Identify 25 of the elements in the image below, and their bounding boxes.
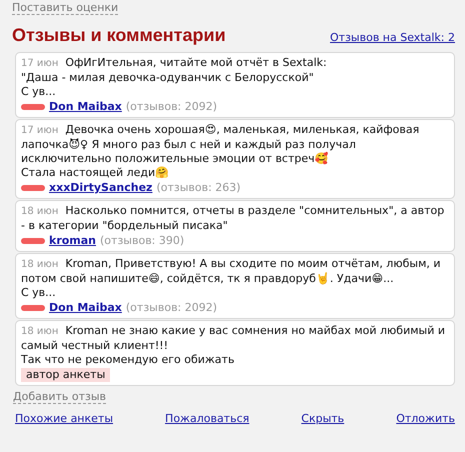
rating-bar-icon: [21, 305, 45, 311]
review-text: 18 июн Насколько помнится, отчеты в разделе "сомнительных", а автор - в категории "бордельный писака": [21, 204, 446, 233]
footer-link[interactable]: Отложить: [396, 412, 455, 425]
author-link[interactable]: Don Maibax: [49, 100, 122, 114]
review-count: (отзывов: 2092): [126, 301, 218, 315]
author-link[interactable]: xxxDirtySanchez: [49, 181, 152, 195]
add-review-link[interactable]: Добавить отзыв: [13, 390, 106, 404]
footer-link[interactable]: Похожие анкеты: [15, 412, 114, 425]
review-count: (отзывов: 2092): [126, 100, 218, 114]
rating-bar-icon: [21, 185, 45, 191]
rate-link[interactable]: Поставить оценки: [12, 1, 118, 15]
rating-bar-icon: [21, 238, 45, 244]
reviews-count-link[interactable]: Отзывов на Sextalk: 2: [330, 31, 455, 44]
footer-link[interactable]: Пожаловаться: [165, 412, 250, 425]
review-count: (отзывов: 390): [100, 234, 184, 248]
section-heading: Отзывы и комментарии: [12, 25, 226, 46]
review-text: 17 июн ОфИгИтельная, читайте мой отчёт в Sextalk: "Даша - милая девочка-одуванчик с Белорусской" С ув...: [21, 56, 328, 99]
owner-badge: автор анкеты: [21, 368, 110, 382]
author-link[interactable]: kroman: [49, 234, 96, 248]
review-count: (отзывов: 263): [156, 181, 241, 195]
review-text: 18 июн Kroman, Приветствую! А вы сходите по моим отчётам, любым, и потом свой напишите😄, сойдётся, тк я правдоруб🤘. Удачи😁... С ув...: [21, 257, 442, 300]
rating-bar-icon: [21, 104, 45, 110]
review-text: 17 июн Девочка очень хорошая😍, маленькая, миленькая, кайфовая лапочка😈♀ Я много раз был с ней и каждый раз получал исключительно положительные эмоции от встреч🥰 Стала настоящей леди🤗: [21, 123, 420, 180]
footer-link[interactable]: Скрыть: [301, 412, 344, 425]
author-link[interactable]: Don Maibax: [49, 301, 122, 315]
